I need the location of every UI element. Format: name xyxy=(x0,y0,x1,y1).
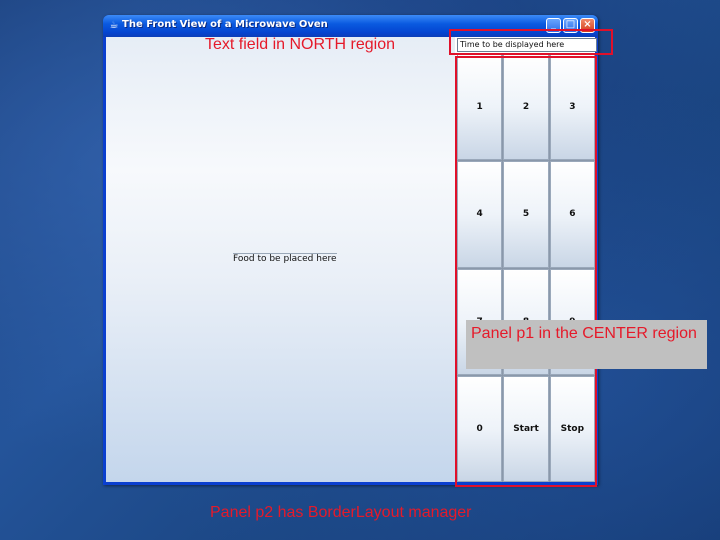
window-title: The Front View of a Microwave Oven xyxy=(122,19,328,30)
center-panel-highlight xyxy=(455,56,597,487)
north-region-highlight xyxy=(449,29,613,55)
north-caption: Text field in NORTH region xyxy=(205,36,395,53)
java-cup-icon: ☕ xyxy=(109,20,119,31)
bottom-caption: Panel p2 has BorderLayout manager xyxy=(210,504,472,521)
center-caption: Panel p1 in the CENTER region xyxy=(466,320,707,369)
food-label: Food to be placed here xyxy=(233,253,337,264)
food-placement-button[interactable]: Food to be placed here xyxy=(106,37,455,482)
